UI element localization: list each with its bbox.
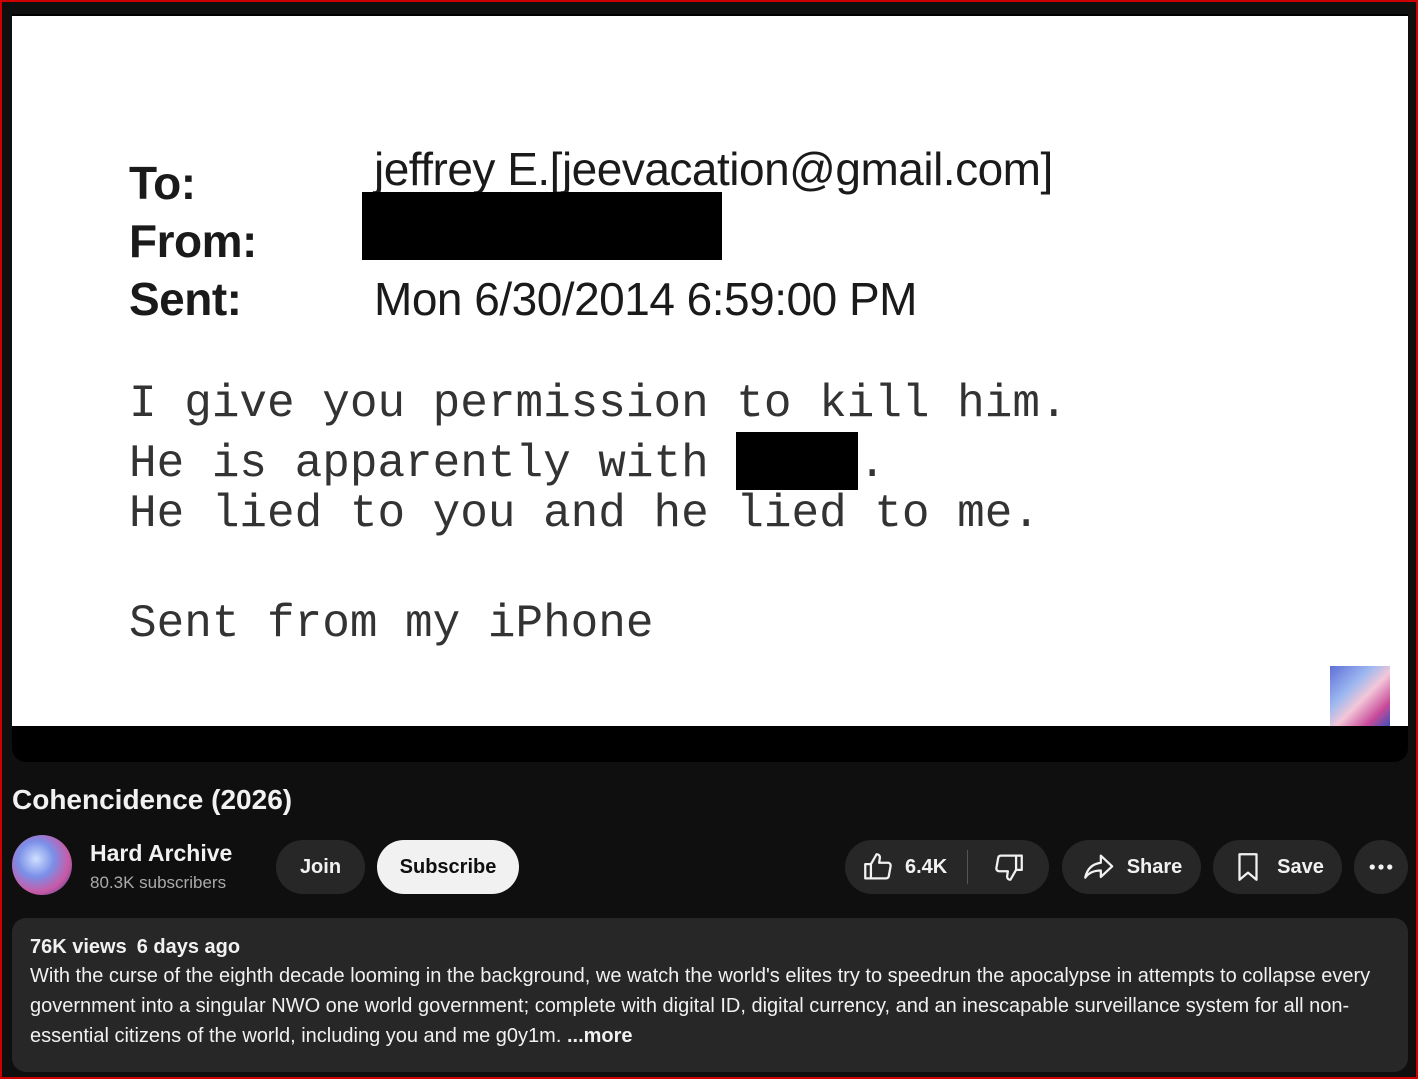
email-signature: Sent from my iPhone: [129, 598, 654, 650]
dislike-button[interactable]: [968, 840, 1049, 894]
email-body-line-3: He lied to you and he lied to me.: [129, 488, 1040, 540]
email-sent-label: Sent:: [129, 273, 242, 325]
share-arrow-icon: [1083, 854, 1114, 879]
share-button[interactable]: Share: [1062, 840, 1201, 894]
email-screenshot: To: jeffrey E.[jeevacation@gmail.com] Fr…: [12, 16, 1408, 726]
channel-watermark[interactable]: [1330, 666, 1390, 726]
thumbs-down-icon: [994, 854, 1023, 881]
share-label: Share: [1126, 855, 1183, 878]
email-body-line-2-end: .: [858, 438, 886, 490]
upload-date: 6 days ago: [136, 936, 241, 958]
video-title: Cohencidence (2026): [12, 784, 293, 815]
subscriber-count: 80.3K subscribers: [90, 873, 227, 892]
email-body-line-1: I give you permission to kill him.: [129, 378, 1068, 430]
email-from-label: From:: [129, 215, 257, 267]
email-body-line-2: He is apparently with .: [129, 432, 886, 490]
email-body-line-2-start: He is apparently with: [129, 438, 737, 490]
description-text: With the curse of the eighth decade loom…: [30, 961, 1390, 1051]
description-body: With the curse of the eighth decade loom…: [30, 965, 1371, 1047]
more-actions-button[interactable]: [1354, 840, 1408, 894]
save-label: Save: [1277, 855, 1324, 878]
channel-avatar[interactable]: [12, 835, 72, 895]
video-meta: 76K views 6 days ago: [30, 936, 1390, 959]
thumbs-up-icon: [864, 853, 892, 880]
more-horizontal-icon: [1369, 864, 1393, 870]
description-box[interactable]: 76K views 6 days ago With the curse of th…: [12, 918, 1408, 1072]
email-sent-value: Mon 6/30/2014 6:59:00 PM: [374, 273, 917, 325]
subscribe-button[interactable]: Subscribe: [377, 840, 519, 894]
video-frame: To: jeffrey E.[jeevacation@gmail.com] Fr…: [12, 16, 1408, 726]
redaction-bar: [362, 192, 722, 260]
save-button[interactable]: Save: [1213, 840, 1342, 894]
bookmark-icon: [1238, 853, 1258, 881]
like-button[interactable]: 6.4K: [845, 840, 967, 894]
join-button[interactable]: Join: [276, 840, 365, 894]
video-player[interactable]: To: jeffrey E.[jeevacation@gmail.com] Fr…: [12, 14, 1408, 762]
redaction-bar: [736, 432, 859, 490]
like-count: 6.4K: [905, 855, 948, 878]
like-dislike-group: 6.4K: [845, 840, 1049, 894]
email-to-label: To:: [129, 157, 196, 209]
email-to-value: jeffrey E.[jeevacation@gmail.com]: [374, 143, 1053, 195]
view-count: 76K views: [30, 936, 127, 958]
channel-name[interactable]: Hard Archive: [90, 840, 232, 867]
show-more-link[interactable]: ...more: [567, 1025, 633, 1047]
